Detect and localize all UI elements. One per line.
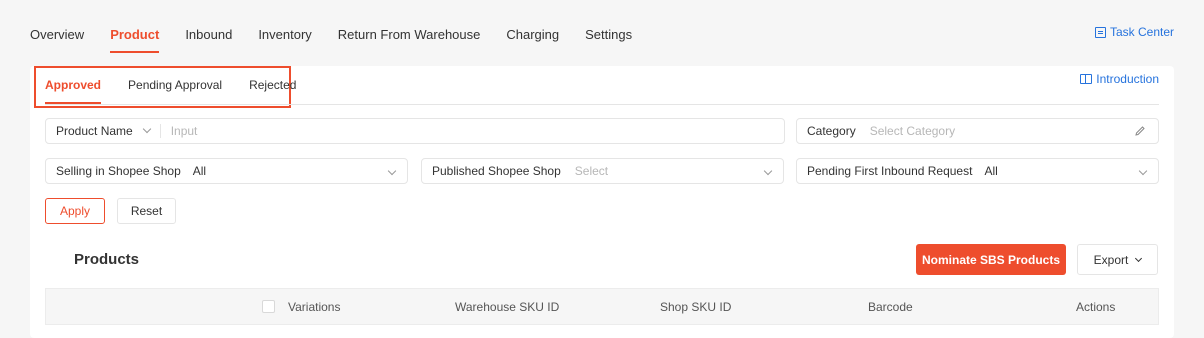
- pencil-icon[interactable]: [1134, 125, 1146, 137]
- chevron-down-icon: [142, 124, 151, 134]
- main-nav: Overview Product Inbound Inventory Retur…: [30, 27, 658, 53]
- nav-inventory[interactable]: Inventory: [258, 27, 311, 53]
- tab-pending-approval[interactable]: Pending Approval: [128, 73, 222, 104]
- product-name-filter[interactable]: Product Name Input: [45, 118, 785, 144]
- chevron-down-icon: [387, 166, 397, 176]
- book-icon: [1080, 74, 1093, 84]
- tab-rejected[interactable]: Rejected: [249, 73, 296, 104]
- status-tabs: Approved Pending Approval Rejected: [45, 73, 296, 104]
- top-bar: Overview Product Inbound Inventory Retur…: [0, 0, 1204, 66]
- reset-button[interactable]: Reset: [117, 198, 176, 224]
- export-button[interactable]: Export: [1077, 244, 1158, 275]
- pending-inbound-value: All: [984, 164, 998, 178]
- select-all-checkbox[interactable]: [262, 300, 275, 313]
- table-header: Variations Warehouse SKU ID Shop SKU ID …: [45, 288, 1159, 324]
- published-shop-placeholder: Select: [574, 164, 609, 178]
- selling-in-shop-filter[interactable]: Selling in Shopee Shop All: [45, 158, 408, 184]
- nav-inbound[interactable]: Inbound: [185, 27, 232, 53]
- category-filter[interactable]: Category Select Category: [796, 118, 1159, 144]
- category-placeholder: Select Category: [869, 124, 956, 138]
- column-actions: Actions: [1076, 300, 1116, 314]
- nav-product[interactable]: Product: [110, 27, 160, 53]
- selling-in-shop-label: Selling in Shopee Shop: [56, 164, 181, 178]
- product-card: Approved Pending Approval Rejected Intro…: [30, 66, 1174, 338]
- introduction-label: Introduction: [1096, 72, 1159, 86]
- chevron-down-icon: [1138, 166, 1148, 176]
- table-divider: [45, 324, 1159, 325]
- task-list-icon: [1094, 26, 1106, 38]
- published-shop-label: Published Shopee Shop: [432, 164, 561, 178]
- column-variations: Variations: [288, 300, 341, 314]
- column-barcode: Barcode: [868, 300, 913, 314]
- column-shop-sku-id: Shop SKU ID: [660, 300, 732, 314]
- tab-approved[interactable]: Approved: [45, 73, 102, 104]
- nav-return-from-warehouse[interactable]: Return From Warehouse: [338, 27, 481, 53]
- chevron-down-icon: [1135, 254, 1143, 262]
- product-name-selector[interactable]: Product Name: [46, 124, 133, 138]
- introduction-link[interactable]: Introduction: [1080, 72, 1159, 86]
- pending-inbound-label: Pending First Inbound Request: [807, 164, 973, 178]
- nominate-sbs-products-button[interactable]: Nominate SBS Products: [916, 244, 1066, 275]
- category-label: Category: [807, 124, 856, 138]
- selling-in-shop-value: All: [192, 164, 207, 178]
- products-title: Products: [74, 251, 140, 268]
- apply-button[interactable]: Apply: [45, 198, 105, 224]
- task-center-label: Task Center: [1109, 25, 1174, 39]
- nav-charging[interactable]: Charging: [506, 27, 559, 53]
- divider: [159, 124, 161, 138]
- nav-settings[interactable]: Settings: [585, 27, 632, 53]
- task-center-link[interactable]: Task Center: [1094, 25, 1174, 39]
- pending-inbound-filter[interactable]: Pending First Inbound Request All: [796, 158, 1159, 184]
- product-name-input[interactable]: Input: [171, 124, 198, 138]
- nav-overview[interactable]: Overview: [30, 27, 84, 53]
- export-label: Export: [1093, 252, 1129, 267]
- column-warehouse-sku-id: Warehouse SKU ID: [455, 300, 560, 314]
- published-shop-filter[interactable]: Published Shopee Shop Select: [421, 158, 784, 184]
- chevron-down-icon: [763, 166, 773, 176]
- tabs-divider: [45, 104, 1159, 105]
